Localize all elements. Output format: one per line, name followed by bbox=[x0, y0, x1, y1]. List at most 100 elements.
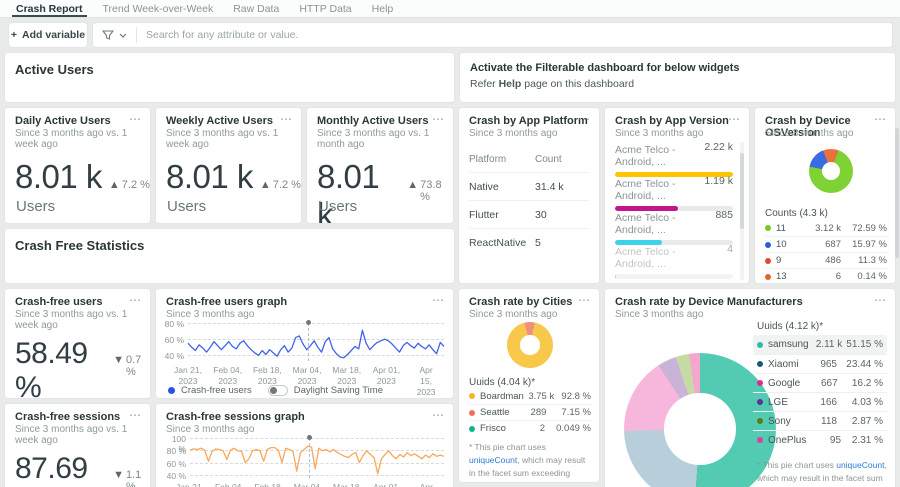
section-active-users: Active Users bbox=[4, 52, 455, 103]
widget-title: Crash-free users bbox=[15, 296, 103, 308]
tab-http-data[interactable]: HTTP Data bbox=[289, 0, 361, 17]
widget-menu-icon[interactable]: ⋯ bbox=[874, 293, 887, 307]
scrollbar[interactable] bbox=[740, 142, 744, 280]
widget-menu-icon[interactable]: ⋯ bbox=[728, 112, 741, 126]
tab-crash-report[interactable]: Crash Report bbox=[6, 0, 93, 17]
widget-menu-icon[interactable]: ⋯ bbox=[874, 112, 887, 126]
tab-bar: Crash Report Trend Week-over-Week Raw Da… bbox=[0, 0, 900, 18]
legend-dot bbox=[757, 418, 763, 424]
widget-menu-icon[interactable]: ⋯ bbox=[578, 293, 591, 307]
widget-menu-icon[interactable]: ⋯ bbox=[129, 408, 142, 422]
dashboard: Crash Report Trend Week-over-Week Raw Da… bbox=[0, 0, 900, 487]
legend-row[interactable]: Seattle 289 7.15 % bbox=[469, 404, 591, 420]
daylight-saving-toggle[interactable] bbox=[267, 385, 288, 396]
chart-legend: Crash-free users Daylight Saving Time bbox=[168, 385, 383, 396]
bar-row[interactable]: Acme Telco -Android, ... 4 bbox=[615, 242, 733, 279]
tab-trend-week-over-week[interactable]: Trend Week-over-Week bbox=[93, 0, 224, 17]
legend-row[interactable]: Sony 118 2.87 % bbox=[753, 411, 887, 430]
series-label[interactable]: Crash-free users bbox=[181, 385, 252, 396]
legend-row[interactable]: Google 667 16.2 % bbox=[753, 373, 887, 392]
legend-row[interactable]: Boardman 3.75 k 92.8 % bbox=[469, 388, 591, 404]
widget-menu-icon[interactable]: ⋯ bbox=[129, 293, 142, 307]
widget-menu-icon[interactable]: ⋯ bbox=[432, 408, 445, 422]
sessions-line-chart[interactable]: 40 % 60 % 80 % 100 % bbox=[167, 434, 444, 481]
plus-icon: + bbox=[10, 29, 18, 41]
notice-card: Activate the Filterable dashboard for be… bbox=[459, 52, 896, 103]
legend-dot bbox=[757, 380, 763, 386]
widget-subtitle: Since 3 months ago vs. 1 week ago bbox=[15, 424, 128, 446]
widget-subtitle: Since 3 months ago bbox=[615, 128, 704, 139]
tab-help[interactable]: Help bbox=[362, 0, 404, 17]
manufacturers-legend: samsung 2.11 k 51.15 % Xiaomi 965 23.44 % Go… bbox=[753, 335, 887, 449]
widget-menu-icon[interactable]: ⋯ bbox=[578, 112, 591, 126]
search-input[interactable] bbox=[146, 29, 892, 41]
notice-line2: Refer Help page on this dashboard bbox=[470, 78, 635, 90]
widget-subtitle: Since 3 months ago vs. 1 week ago bbox=[166, 128, 279, 150]
legend-row[interactable]: Xiaomi 965 23.44 % bbox=[753, 354, 887, 373]
page-scrollbar[interactable] bbox=[895, 128, 899, 258]
section-title: Crash Free Statistics bbox=[15, 238, 145, 253]
kpi-value: 58.49 % bbox=[15, 337, 88, 399]
legend-dot bbox=[765, 257, 771, 264]
osversion-donut-chart[interactable] bbox=[809, 149, 853, 193]
cities-donut-chart[interactable] bbox=[507, 322, 553, 368]
widget-menu-icon[interactable]: ⋯ bbox=[432, 293, 445, 307]
table-row[interactable]: ReactNative 5 bbox=[469, 228, 589, 256]
widget-subtitle: Since 3 months ago bbox=[469, 128, 558, 139]
legend-dot bbox=[757, 437, 763, 443]
widget-menu-icon[interactable]: ⋯ bbox=[432, 112, 445, 126]
widget-crash-by-app-version: Crash by App Version Since 3 months ago … bbox=[604, 107, 750, 284]
cities-legend: Boardman 3.75 k 92.8 % Seattle 289 7.15 % Fr… bbox=[469, 388, 591, 436]
legend-row[interactable]: 11 3.12 k 72.59 % bbox=[765, 220, 887, 236]
tab-raw-data[interactable]: Raw Data bbox=[223, 0, 289, 17]
trend-value: 0.7 % bbox=[125, 354, 142, 378]
uniquecount-link[interactable]: uniqueCount bbox=[836, 460, 884, 470]
widget-menu-icon[interactable]: ⋯ bbox=[280, 112, 293, 126]
bar-row[interactable]: Acme Telco -Android, ... 1.19 k bbox=[615, 174, 733, 211]
legend-dot bbox=[469, 393, 475, 399]
widget-menu-icon[interactable]: ⋯ bbox=[129, 112, 142, 126]
legend-dot bbox=[765, 241, 771, 248]
x-axis-labels: Jan 21, 2023 Feb 04, 2023 Feb 18, 2023 M… bbox=[176, 482, 433, 487]
widget-subtitle: Since 3 months ago bbox=[765, 128, 854, 139]
legend-row[interactable]: LGE 166 4.03 % bbox=[753, 392, 887, 411]
app-version-bar-list: Acme Telco -Android, ... 2.22 k Acme Telc… bbox=[615, 140, 733, 283]
widget-crash-by-device-osversion: Crash by Device OSVersion Since 3 months… bbox=[754, 107, 896, 284]
widget-crash-free-sessions: Crash-free sessions Since 3 months ago v… bbox=[4, 403, 151, 487]
legend-row[interactable]: 10 687 15.97 % bbox=[765, 236, 887, 252]
bar-row[interactable]: Acme Telco -Android, ... 885 bbox=[615, 208, 733, 245]
section-title: Active Users bbox=[15, 62, 94, 77]
scrollbar-thumb[interactable] bbox=[740, 153, 744, 229]
uniquecount-link[interactable]: uniqueCount bbox=[469, 455, 517, 465]
widget-subtitle: Since 3 months ago vs. 1 month ago bbox=[317, 128, 430, 150]
bar-track bbox=[615, 274, 733, 279]
widget-crash-free-sessions-graph: Crash-free sessions graph Since 3 months… bbox=[155, 403, 454, 487]
table-row[interactable]: Native 31.4 k bbox=[469, 172, 589, 200]
kpi-value: 8.01 k bbox=[166, 158, 253, 195]
legend-dot bbox=[757, 361, 763, 367]
legend-row[interactable]: samsung 2.11 k 51.15 % bbox=[753, 335, 887, 354]
legend-row[interactable]: OnePlus 95 2.31 % bbox=[753, 430, 887, 449]
table-row[interactable]: Flutter 30 bbox=[469, 200, 589, 228]
legend-row[interactable]: Frisco 2 0.049 % bbox=[469, 420, 591, 436]
trend-up-icon: ▲ bbox=[259, 179, 271, 191]
users-line-chart[interactable]: 40 % 60 % 80 % bbox=[165, 319, 444, 361]
toggle-label: Daylight Saving Time bbox=[293, 385, 383, 396]
trend-down-icon: ▼ bbox=[113, 469, 124, 481]
widget-subtitle: Since 3 months ago vs. 1 week ago bbox=[15, 309, 128, 331]
widget-title: Monthly Active Users bbox=[317, 115, 429, 127]
chevron-down-icon[interactable] bbox=[119, 33, 127, 38]
filter-funnel-icon[interactable] bbox=[102, 29, 114, 41]
legend-dot bbox=[469, 409, 475, 416]
platform-table: Platform Count Native 31.4 k Flutter 30 Rea… bbox=[469, 146, 589, 256]
widget-title: Crash rate by Device Manufacturers bbox=[615, 296, 803, 308]
legend-row[interactable]: 13 6 0.14 % bbox=[765, 268, 887, 283]
legend-header: Uuids (4.12 k)* bbox=[757, 321, 824, 332]
bar-row[interactable]: Acme Telco -Android, ... 2.22 k bbox=[615, 140, 733, 177]
widget-title: Crash-free sessions graph bbox=[166, 411, 305, 423]
legend-row[interactable]: 9 486 11.3 % bbox=[765, 252, 887, 268]
add-variable-button[interactable]: + Add variable bbox=[8, 22, 88, 48]
widget-title: Crash-free users graph bbox=[166, 296, 288, 308]
osversion-legend: 11 3.12 k 72.59 % 10 687 15.97 % 9 486 11.3 % … bbox=[765, 220, 887, 283]
add-variable-label: Add variable bbox=[22, 29, 86, 41]
